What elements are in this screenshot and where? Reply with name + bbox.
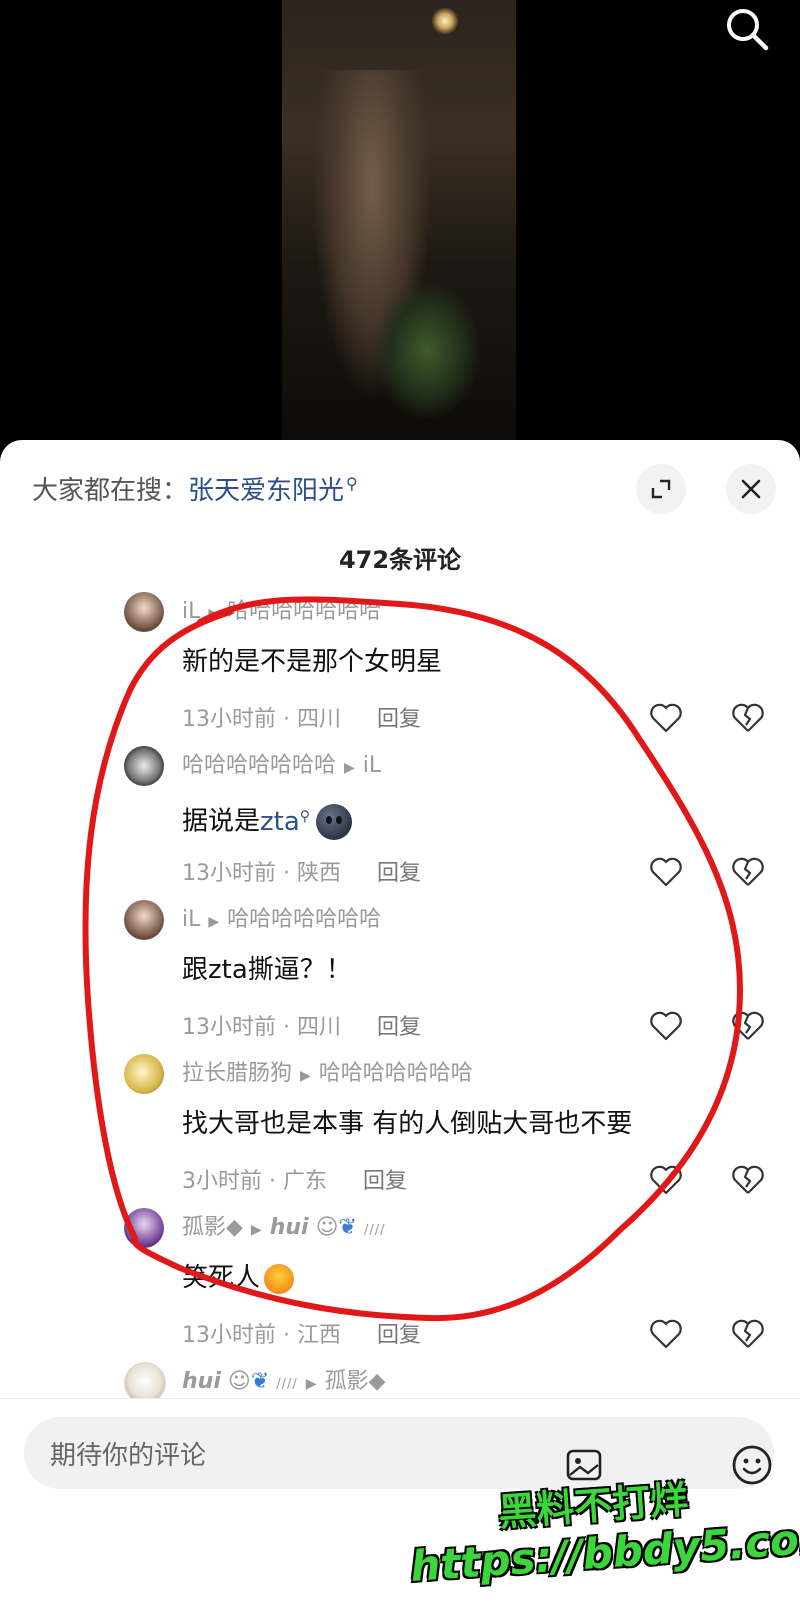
reply-arrow-icon: ▶	[305, 1376, 317, 1392]
avatar[interactable]	[124, 746, 164, 786]
comment-time-location: 13小时前 · 陕西	[182, 861, 341, 886]
smile-icon: ☺	[308, 1215, 339, 1240]
expand-icon	[651, 479, 671, 499]
avatar[interactable]	[124, 592, 164, 632]
reply-arrow-icon: ▶	[344, 760, 355, 776]
comment-footer: 13小时前 · 江西 回复	[182, 1316, 421, 1356]
comment-item: 孤影◆ ▶ hui ☺❦ //// 笑死人 13小时前 · 江西 回复	[0, 1208, 800, 1358]
comment-footer: 13小时前 · 四川 回复	[182, 1008, 421, 1048]
comment-footer: 13小时前 · 四川 回复	[182, 700, 421, 740]
hot-search-term[interactable]: 张天爱东阳光	[188, 476, 344, 506]
like-heart-icon[interactable]	[648, 854, 684, 890]
butterfly-icon: ❦	[338, 1215, 357, 1240]
hot-search[interactable]: 大家都在搜：张天爱东阳光 ⚲	[32, 470, 358, 507]
comment-item: 拉长腊肠狗 ▶ 哈哈哈哈哈哈哈 找大哥也是本事 有的人倒贴大哥也不要 3小时前 · …	[0, 1054, 800, 1204]
search-icon: ⚲	[346, 474, 358, 494]
avatar[interactable]	[124, 900, 164, 940]
comment-meta: 哈哈哈哈哈哈哈 ▶ iL	[182, 746, 381, 788]
close-icon	[741, 479, 761, 499]
comment-meta: 拉长腊肠狗 ▶ 哈哈哈哈哈哈哈	[182, 1054, 473, 1096]
comment-text: 跟zta撕逼？！	[182, 955, 352, 985]
username-suffix: ////	[276, 1377, 298, 1392]
comment-time-location: 13小时前 · 四川	[182, 707, 341, 732]
dislike-broken-heart-icon[interactable]	[730, 700, 766, 736]
reply-button[interactable]: 回复	[377, 861, 421, 886]
reply-to-suffix: ////	[363, 1223, 386, 1238]
like-heart-icon[interactable]	[648, 1162, 684, 1198]
comment-time-location: 13小时前 · 四川	[182, 1015, 341, 1040]
search-link-text: zta	[260, 806, 300, 837]
like-heart-icon[interactable]	[648, 1316, 684, 1352]
username[interactable]: iL	[182, 599, 200, 624]
reply-button[interactable]: 回复	[377, 1323, 421, 1348]
dislike-broken-heart-icon[interactable]	[730, 1316, 766, 1352]
reply-to-user[interactable]: iL	[363, 753, 381, 778]
avatar[interactable]	[124, 1208, 164, 1248]
search-icon: ⚲	[299, 808, 311, 824]
reply-to-user[interactable]: hui	[270, 1215, 309, 1240]
laugh-emoji-icon	[264, 1263, 295, 1294]
lamp-light	[432, 8, 458, 34]
reply-arrow-icon: ▶	[208, 914, 220, 930]
plant	[372, 280, 482, 420]
reply-to-user[interactable]: 哈哈哈哈哈哈哈	[319, 1061, 473, 1086]
search-icon[interactable]	[722, 4, 772, 54]
comment-text: 找大哥也是本事 有的人倒贴大哥也不要	[182, 1109, 633, 1139]
username[interactable]: 哈哈哈哈哈哈哈	[182, 753, 336, 778]
like-heart-icon[interactable]	[648, 1008, 684, 1044]
comment-footer: 3小时前 · 广东 回复	[182, 1162, 407, 1202]
reply-arrow-icon: ▶	[250, 1222, 262, 1238]
avatar[interactable]	[124, 1054, 164, 1094]
comment-time-location: 13小时前 · 江西	[182, 1323, 341, 1348]
comment-footer: 13小时前 · 陕西 回复	[182, 854, 421, 894]
close-button[interactable]	[726, 464, 776, 514]
reply-to-user[interactable]: 哈哈哈哈哈哈哈	[227, 599, 381, 624]
comment-text: 笑死人	[182, 1258, 295, 1298]
comment-meta: iL ▶ 哈哈哈哈哈哈哈	[182, 592, 381, 634]
reply-arrow-icon: ▶	[300, 1068, 311, 1084]
comment-text: 新的是不是那个女明星	[182, 647, 443, 677]
emoji-icon[interactable]	[730, 1443, 774, 1487]
video-player[interactable]	[0, 0, 800, 445]
comment-text-prefix: 据说是	[182, 806, 261, 837]
reply-to-user[interactable]: 孤影◆	[325, 1369, 386, 1394]
reply-button[interactable]: 回复	[363, 1169, 407, 1194]
comment-meta: iL ▶ 哈哈哈哈哈哈哈	[182, 900, 381, 942]
comment-text: 据说是zta⚲	[182, 796, 353, 842]
username[interactable]: iL	[182, 907, 200, 932]
comment-meta: 孤影◆ ▶ hui ☺❦ ////	[182, 1208, 385, 1251]
expand-button[interactable]	[636, 464, 686, 514]
username[interactable]: 拉长腊肠狗	[182, 1061, 292, 1086]
dislike-broken-heart-icon[interactable]	[730, 1162, 766, 1198]
search-link[interactable]: zta⚲	[260, 807, 310, 837]
comment-item: iL ▶ 哈哈哈哈哈哈哈 跟zta撕逼？！ 13小时前 · 四川 回复	[0, 900, 800, 1050]
reply-button[interactable]: 回复	[377, 1015, 421, 1040]
comment-item: 哈哈哈哈哈哈哈 ▶ iL 据说是zta⚲ 13小时前 · 陕西 回复	[0, 746, 800, 896]
dislike-broken-heart-icon[interactable]	[730, 854, 766, 890]
emoji-icon	[316, 804, 353, 841]
username[interactable]: 孤影◆	[182, 1215, 243, 1240]
comment-time-location: 3小时前 · 广东	[182, 1169, 327, 1194]
comment-text-main: 笑死人	[182, 1263, 261, 1293]
like-heart-icon[interactable]	[648, 700, 684, 736]
reply-to-user[interactable]: 哈哈哈哈哈哈哈	[227, 907, 381, 932]
video-frame	[282, 0, 516, 445]
dislike-broken-heart-icon[interactable]	[730, 1008, 766, 1044]
smile-icon: ☺	[220, 1369, 251, 1394]
username[interactable]: hui	[182, 1369, 221, 1394]
hot-search-prefix: 大家都在搜：	[32, 476, 189, 506]
comment-item: iL ▶ 哈哈哈哈哈哈哈 新的是不是那个女明星 13小时前 · 四川 回复	[0, 592, 800, 742]
comment-count: 472条评论	[338, 546, 462, 574]
reply-arrow-icon: ▶	[208, 606, 220, 622]
comment-input-placeholder: 期待你的评论	[50, 1441, 207, 1471]
butterfly-icon: ❦	[250, 1369, 270, 1394]
reply-button[interactable]: 回复	[377, 707, 421, 732]
